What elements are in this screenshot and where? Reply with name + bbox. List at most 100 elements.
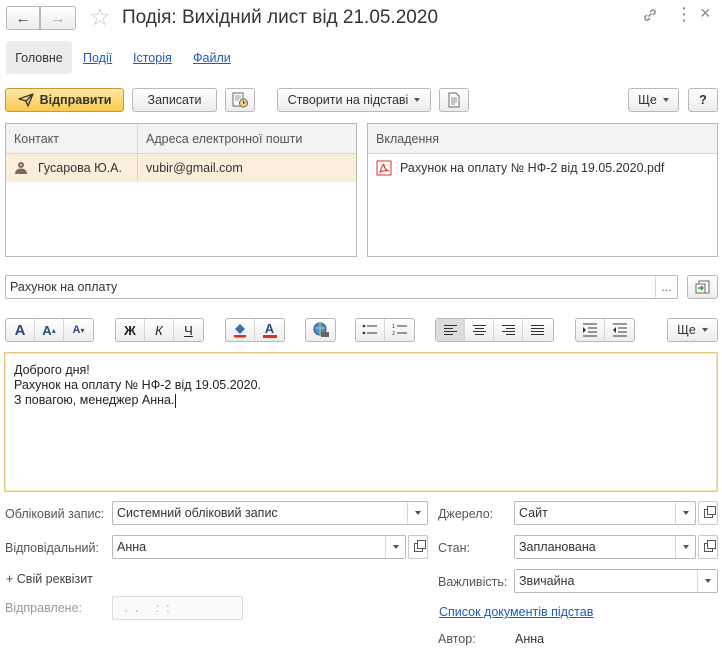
subject-value: Рахунок на оплату	[10, 280, 118, 294]
tab-history[interactable]: Історія	[133, 51, 172, 65]
responsible-label: Відповідальний:	[5, 541, 99, 555]
table-row[interactable]: Гусарова Ю.А. vubir@gmail.com	[6, 154, 356, 182]
more-button[interactable]: Ще	[628, 88, 679, 112]
document-clock-icon	[232, 92, 248, 108]
chevron-down-icon[interactable]	[407, 502, 427, 524]
align-right-icon[interactable]	[494, 319, 523, 341]
attachments-table-header: Вкладення	[368, 124, 717, 154]
font-icon[interactable]: A	[6, 319, 35, 341]
chevron-down-icon	[662, 98, 669, 102]
help-button[interactable]: ?	[688, 88, 718, 112]
email-body-editor[interactable]: Доброго дня! Рахунок на оплату № НФ-2 ві…	[4, 352, 718, 492]
tab-files[interactable]: Файли	[193, 51, 231, 65]
responsible-open-button[interactable]	[408, 535, 428, 559]
save-button-label: Записати	[147, 93, 202, 107]
list-item[interactable]: Рахунок на оплату № НФ-2 від 19.05.2020.…	[368, 154, 717, 182]
open-icon	[703, 539, 716, 552]
send-button-label: Відправити	[39, 93, 112, 107]
editor-more-label: Ще	[677, 323, 696, 337]
font-size-group: A A ▴ A ▾	[5, 318, 94, 342]
star-icon[interactable]: ☆	[89, 3, 111, 32]
importance-value: Звичайна	[519, 574, 575, 588]
open-icon	[703, 505, 716, 518]
custom-attribute-button[interactable]: + Свій реквізит	[6, 572, 93, 586]
italic-button[interactable]: К	[145, 319, 174, 341]
align-center-icon[interactable]	[465, 319, 494, 341]
template-icon	[695, 280, 709, 294]
pdf-file-icon	[376, 160, 392, 176]
align-justify-icon[interactable]	[523, 319, 552, 341]
font-increase-icon[interactable]: A ▴	[35, 319, 64, 341]
document-report-button[interactable]	[439, 88, 469, 112]
source-select[interactable]: Сайт	[514, 501, 696, 525]
column-header-email[interactable]: Адреса електронної пошти	[138, 124, 356, 153]
basis-documents-link[interactable]: Список документів підстав	[439, 605, 593, 619]
underline-button[interactable]: Ч	[174, 319, 203, 341]
importance-select[interactable]: Звичайна	[514, 569, 718, 593]
create-based-on-button[interactable]: Створити на підставі	[277, 88, 431, 112]
contact-cell: Гусарова Ю.А.	[6, 154, 138, 182]
more-vertical-icon[interactable]: ⋮	[675, 4, 693, 24]
source-value: Сайт	[519, 506, 548, 520]
tab-main[interactable]: Головне	[6, 41, 72, 74]
back-button[interactable]: ←	[6, 6, 40, 30]
insert-image-icon[interactable]	[306, 319, 335, 341]
more-button-label: Ще	[638, 93, 657, 107]
bold-button[interactable]: Ж	[116, 319, 145, 341]
contacts-table[interactable]: Контакт Адреса електронної пошти Гусаров…	[5, 123, 357, 257]
author-value: Анна	[515, 632, 545, 646]
forward-button[interactable]: →	[40, 6, 76, 30]
responsible-select[interactable]: Анна	[112, 535, 406, 559]
contact-name: Гусарова Ю.А.	[38, 161, 122, 175]
email-cell: vubir@gmail.com	[146, 161, 243, 175]
schedule-button[interactable]	[225, 88, 255, 112]
attachments-table[interactable]: Вкладення Рахунок на оплату № НФ-2 від 1…	[367, 123, 718, 257]
column-header-contact[interactable]: Контакт	[6, 124, 138, 153]
chevron-down-icon[interactable]	[675, 536, 695, 558]
send-button[interactable]: Відправити	[5, 88, 124, 112]
chevron-down-icon	[701, 328, 708, 332]
color-group: A	[225, 318, 285, 342]
text-style-group: Ж К Ч	[115, 318, 204, 342]
account-label: Обліковий запис:	[5, 507, 105, 521]
insert-template-button[interactable]	[687, 275, 718, 299]
account-value: Системний обліковий запис	[117, 506, 278, 520]
numbered-list-icon[interactable]: 12	[385, 319, 414, 341]
person-icon	[15, 162, 27, 174]
source-open-button[interactable]	[698, 501, 718, 525]
tab-events[interactable]: Події	[83, 51, 112, 65]
text-cursor	[175, 393, 177, 408]
state-open-button[interactable]	[698, 535, 718, 559]
state-value: Запланована	[519, 540, 596, 554]
chevron-down-icon[interactable]	[675, 502, 695, 524]
background-color-icon[interactable]	[226, 319, 255, 341]
sent-date-value: . . : :	[121, 601, 170, 615]
account-select[interactable]: Системний обліковий запис	[112, 501, 428, 525]
close-icon[interactable]: ×	[700, 3, 711, 24]
link-icon[interactable]	[642, 7, 658, 23]
document-icon	[448, 92, 460, 108]
align-group	[435, 318, 554, 342]
indent-increase-icon[interactable]	[576, 319, 605, 341]
save-button[interactable]: Записати	[132, 88, 217, 112]
align-left-icon[interactable]	[436, 319, 465, 341]
bullet-list-icon[interactable]	[356, 319, 385, 341]
subject-select-button[interactable]: ...	[655, 276, 677, 298]
state-select[interactable]: Запланована	[514, 535, 696, 559]
text-color-icon[interactable]: A	[255, 319, 284, 341]
indent-decrease-icon[interactable]	[605, 319, 634, 341]
column-header-attachments[interactable]: Вкладення	[368, 124, 717, 153]
editor-more-button[interactable]: Ще	[667, 318, 718, 342]
importance-label: Важливість:	[438, 575, 508, 589]
body-line-3: З повагою, менеджер Анна.	[14, 393, 708, 408]
chevron-down-icon[interactable]	[385, 536, 405, 558]
chevron-down-icon[interactable]	[697, 570, 717, 592]
font-decrease-icon[interactable]: A ▾	[64, 319, 93, 341]
contacts-table-header: Контакт Адреса електронної пошти	[6, 124, 356, 154]
open-icon	[413, 539, 426, 552]
arrow-right-icon: →	[50, 9, 66, 27]
body-line-3-text: З повагою, менеджер Анна.	[14, 393, 175, 407]
insert-image-group	[305, 318, 336, 342]
subject-input[interactable]: Рахунок на оплату ...	[5, 275, 678, 299]
svg-text:2: 2	[392, 331, 395, 337]
